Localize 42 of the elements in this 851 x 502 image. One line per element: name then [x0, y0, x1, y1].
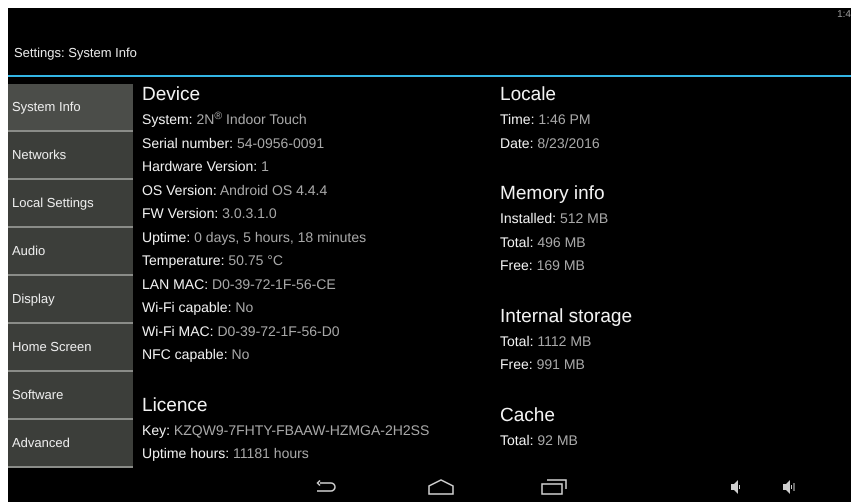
info-row-text: Hardware Version: 1: [142, 157, 269, 176]
sidebar-item[interactable]: Audio: [8, 228, 133, 276]
sidebar-item[interactable]: Advanced: [8, 420, 133, 468]
recent-apps-icon[interactable]: [541, 479, 567, 495]
window-title: Settings: System Info: [14, 44, 137, 62]
sidebar-item[interactable]: Networks: [8, 132, 133, 180]
section-heading: Licence: [142, 394, 208, 418]
info-row-text: FW Version: 3.0.3.1.0: [142, 204, 277, 223]
volume-up-icon[interactable]: [783, 480, 795, 494]
info-row-text: Total: 92 MB: [500, 430, 578, 450]
home-icon[interactable]: [428, 479, 454, 495]
info-row-text: Total: 496 MB: [500, 232, 586, 252]
section-heading: Locale: [500, 83, 556, 107]
info-row-text: Installed: 512 MB: [500, 209, 608, 228]
sidebar-item[interactable]: Local Settings: [8, 180, 133, 228]
section-heading: Device: [142, 83, 200, 107]
section-heading: Cache: [500, 404, 555, 428]
volume-down-icon[interactable]: [731, 480, 741, 494]
info-row-text: Free: 169 MB: [500, 256, 585, 275]
info-row-text: Free: 991 MB: [500, 355, 585, 374]
info-row-text: Total: 1112 MB: [500, 332, 592, 350]
sidebar-item[interactable]: System Info: [8, 84, 133, 132]
section-heading: Memory info: [500, 182, 605, 206]
sidebar-item[interactable]: Software: [8, 372, 133, 420]
info-row-text: Uptime: 0 days, 5 hours, 18 minutes: [142, 228, 366, 247]
info-row-text: Serial number: 54-0956-0091: [142, 134, 324, 152]
info-row-text: OS Version: Android OS 4.4.4: [142, 180, 328, 200]
info-row-text: System: 2N$^{®}$ Indoor Touch: [142, 108, 307, 129]
info-row-text: Wi-Fi MAC: D0-39-72-1F-56-D0: [142, 322, 340, 340]
info-row-text: Temperature: 50.75 °C: [142, 251, 284, 270]
section-heading: Internal storage: [500, 304, 632, 328]
sidebar-item[interactable]: Display: [8, 276, 133, 324]
info-row-text: Key: KZQW9-7FHTY-FBAAW-HZMGA-2H2SS: [142, 420, 430, 440]
info-row-text: Time: 1:46 PM: [500, 110, 591, 129]
info-row-text: NFC capable: No: [142, 345, 250, 364]
info-row-text: LAN MAC: D0-39-72-1F-56-CE: [142, 274, 336, 294]
sidebar-item[interactable]: Home Screen: [8, 324, 133, 372]
status-clock: 1:4: [837, 8, 851, 22]
back-icon[interactable]: [315, 480, 337, 494]
info-row-text: Wi-Fi capable: No: [142, 298, 254, 317]
info-row-text: Date: 8/23/2016: [500, 134, 600, 152]
info-row-text: Uptime hours: 11181 hours: [142, 444, 309, 463]
